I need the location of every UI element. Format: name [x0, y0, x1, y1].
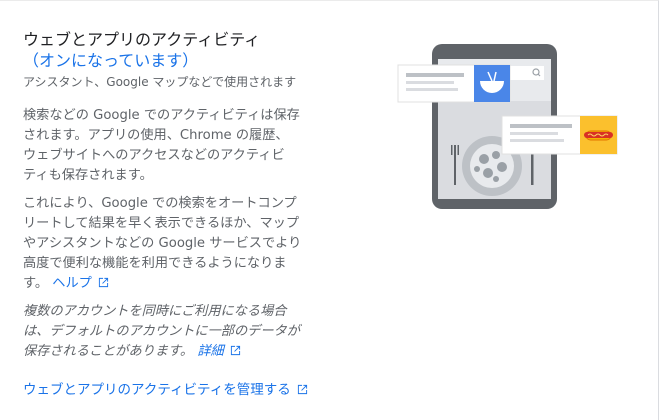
manage-activity-label: ウェブとアプリのアクティビティを管理する	[23, 382, 291, 398]
benefits-line-end: す。	[23, 276, 49, 291]
description-line: ティも保存されます。	[23, 168, 153, 183]
benefits-last-line: す。 ヘルプ	[23, 274, 353, 294]
multi-account-note: 複数のアカウントを同時にご利用になる場合 は、デフォルトのアカウントに一部のデー…	[23, 302, 353, 362]
details-link-label: 詳細	[197, 344, 224, 359]
section-subtitle: アシスタント、Google マップなどで使用されます	[23, 75, 297, 89]
open-in-new-icon	[98, 277, 108, 288]
activity-status: （オンになっています）	[23, 51, 199, 70]
details-link[interactable]: 詳細	[197, 344, 240, 359]
description-line: 検索などの Google でのアクティビティは保存	[23, 108, 300, 123]
open-in-new-icon	[297, 384, 307, 395]
open-in-new-icon	[230, 345, 240, 356]
manage-activity-link[interactable]: ウェブとアプリのアクティビティを管理する	[23, 378, 308, 398]
help-link[interactable]: ヘルプ	[52, 276, 109, 291]
hot-dog-icon	[584, 130, 613, 141]
description-line: されます。アプリの使用、Chrome の履歴、	[23, 128, 289, 143]
activity-illustration	[397, 44, 618, 209]
benefits-line: 高度で便利な機能を利用できるようになりま	[23, 256, 287, 271]
note-last-line: 保存されることがあります。 詳細	[23, 342, 353, 362]
activity-card: ウェブとアプリのアクティビティ （オンになっています） アシスタント、Googl…	[0, 0, 659, 420]
note-line: は、デフォルトのアカウントに一部のデータが	[23, 324, 300, 339]
help-link-label: ヘルプ	[52, 276, 92, 291]
note-line-end: 保存されることがあります。	[23, 344, 194, 359]
benefits-line: リートして結果を早く表示できるほか、マップ	[23, 216, 300, 231]
benefits-line: やアシスタントなどの Google サービスでより	[23, 236, 302, 251]
benefits-paragraph: これにより、Google での検索をオートコンプ リートして結果を早く表示できる…	[23, 194, 353, 294]
note-line: 複数のアカウントを同時にご利用になる場合	[23, 304, 287, 319]
description-paragraph: 検索などの Google でのアクティビティは保存 されます。アプリの使用、Ch…	[23, 106, 353, 186]
benefits-line: これにより、Google での検索をオートコンプ	[23, 196, 297, 211]
description-line: ウェブサイトへのアクセスなどのアクティビ	[23, 148, 285, 163]
